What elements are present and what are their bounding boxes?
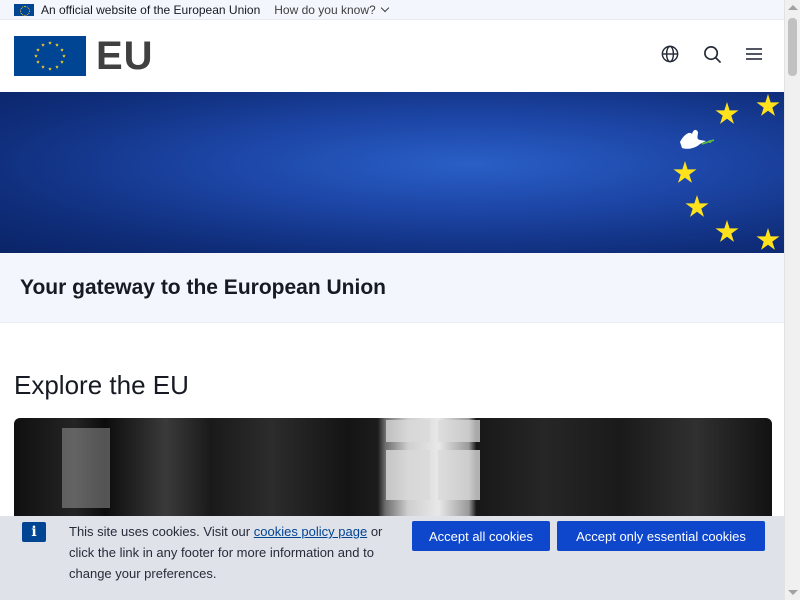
header-actions bbox=[660, 44, 764, 64]
hero-banner bbox=[0, 92, 784, 253]
accept-all-cookies-button[interactable]: Accept all cookies bbox=[412, 521, 550, 551]
language-button[interactable] bbox=[660, 44, 680, 64]
logo-text[interactable]: EU bbox=[96, 34, 154, 79]
star-icon bbox=[685, 195, 709, 217]
cookie-message: This site uses cookies. Visit our cookie… bbox=[69, 521, 399, 600]
tagline-band: Your gateway to the European Union bbox=[0, 253, 784, 323]
star-icon bbox=[756, 94, 780, 116]
vertical-scrollbar[interactable] bbox=[784, 0, 800, 600]
eu-flag-icon bbox=[14, 3, 34, 16]
chevron-down-icon bbox=[380, 3, 389, 12]
star-icon bbox=[715, 102, 739, 124]
star-icon bbox=[715, 220, 739, 242]
cookies-policy-link[interactable]: cookies policy page bbox=[254, 524, 367, 539]
dove-icon bbox=[680, 129, 715, 149]
hero-tagline: Your gateway to the European Union bbox=[20, 275, 386, 299]
explore-title: Explore the EU bbox=[14, 370, 189, 400]
how-do-you-know-toggle[interactable]: How do you know? bbox=[274, 3, 389, 17]
scroll-down-arrow-icon[interactable] bbox=[788, 590, 798, 595]
page: An official website of the European Unio… bbox=[0, 0, 784, 600]
eu-logo-link[interactable]: EU bbox=[14, 34, 154, 79]
official-site-banner: An official website of the European Unio… bbox=[0, 0, 784, 20]
star-icon bbox=[673, 161, 697, 183]
official-website-text: An official website of the European Unio… bbox=[41, 2, 261, 17]
globe-icon bbox=[661, 45, 679, 63]
eu-flag-logo bbox=[14, 36, 86, 76]
accept-essential-cookies-button[interactable]: Accept only essential cookies bbox=[557, 521, 765, 551]
menu-icon bbox=[746, 48, 762, 60]
search-icon bbox=[703, 45, 721, 63]
star-icon bbox=[756, 228, 780, 250]
scroll-up-arrow-icon[interactable] bbox=[788, 5, 798, 10]
cookie-consent-bar: i This site uses cookies. Visit our cook… bbox=[0, 516, 784, 600]
info-icon: i bbox=[22, 522, 46, 542]
search-button[interactable] bbox=[702, 44, 722, 64]
cookie-text-start: This site uses cookies. Visit our bbox=[69, 524, 254, 539]
scrollbar-thumb[interactable] bbox=[788, 18, 797, 76]
site-header: EU bbox=[0, 20, 784, 92]
menu-button[interactable] bbox=[744, 44, 764, 64]
how-do-you-know-label[interactable]: How do you know? bbox=[274, 3, 375, 17]
